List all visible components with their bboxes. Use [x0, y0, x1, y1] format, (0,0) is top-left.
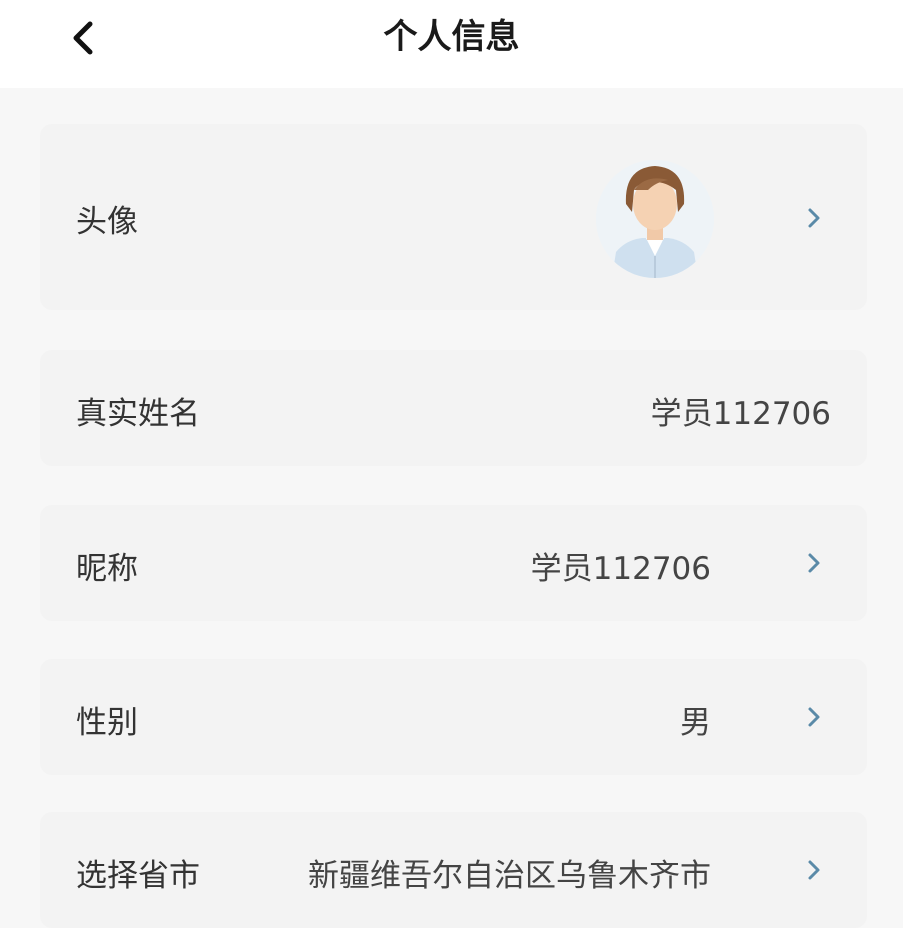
avatar	[596, 160, 714, 278]
real-name-label: 真实姓名	[76, 396, 200, 432]
top-bar: 个人信息	[0, 0, 903, 88]
chevron-right-icon	[808, 208, 820, 228]
avatar-label: 头像	[76, 204, 138, 240]
page-title: 个人信息	[383, 17, 520, 57]
chevron-right-icon	[808, 553, 820, 573]
nickname-value: 学员112706	[530, 551, 711, 587]
real-name-row: 真实姓名 学员112706	[40, 350, 867, 466]
gender-value: 男	[680, 705, 711, 741]
region-label: 选择省市	[76, 858, 200, 894]
chevron-right-icon	[808, 860, 820, 880]
avatar-row[interactable]: 头像	[40, 124, 867, 310]
nickname-label: 昵称	[76, 551, 138, 587]
gender-row[interactable]: 性别 男	[40, 659, 867, 775]
avatar-image	[596, 160, 714, 278]
region-value: 新疆维吾尔自治区乌鲁木齐市	[308, 858, 711, 894]
real-name-value: 学员112706	[650, 396, 831, 432]
chevron-right-icon	[808, 707, 820, 727]
nickname-row[interactable]: 昵称 学员112706	[40, 505, 867, 621]
gender-label: 性别	[76, 705, 138, 741]
region-row[interactable]: 选择省市 新疆维吾尔自治区乌鲁木齐市	[40, 812, 867, 928]
